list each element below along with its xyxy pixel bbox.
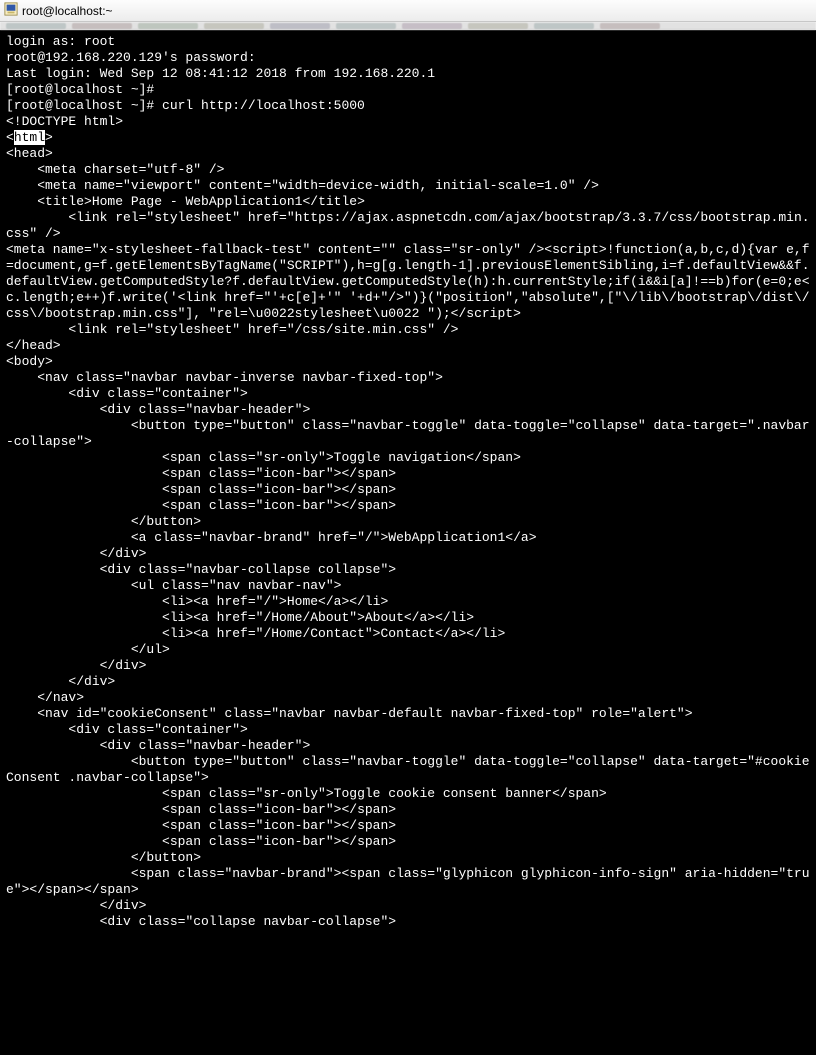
terminal-line: </head> — [6, 338, 810, 354]
terminal-line: <span class="icon-bar"></span> — [6, 466, 810, 482]
terminal-line: <div class="collapse navbar-collapse"> — [6, 914, 810, 930]
terminal-line: </ul> — [6, 642, 810, 658]
terminal-line: <li><a href="/">Home</a></li> — [6, 594, 810, 610]
terminal-line: </button> — [6, 850, 810, 866]
putty-icon — [4, 2, 18, 19]
terminal-line: <span class="navbar-brand"><span class="… — [6, 866, 810, 898]
terminal-line: <span class="icon-bar"></span> — [6, 834, 810, 850]
terminal-line: </button> — [6, 514, 810, 530]
terminal-line: </div> — [6, 898, 810, 914]
terminal-line: </nav> — [6, 690, 810, 706]
terminal-line: <span class="icon-bar"></span> — [6, 482, 810, 498]
terminal-line: </div> — [6, 674, 810, 690]
terminal-line: <!DOCTYPE html> — [6, 114, 810, 130]
terminal-line: <ul class="nav navbar-nav"> — [6, 578, 810, 594]
terminal-line: <title>Home Page - WebApplication1</titl… — [6, 194, 810, 210]
terminal-line: <link rel="stylesheet" href="/css/site.m… — [6, 322, 810, 338]
terminal-line: <div class="navbar-header"> — [6, 738, 810, 754]
terminal-line: <span class="icon-bar"></span> — [6, 498, 810, 514]
terminal-line: <nav class="navbar navbar-inverse navbar… — [6, 370, 810, 386]
terminal-line: [root@localhost ~]# — [6, 82, 810, 98]
terminal-line: <head> — [6, 146, 810, 162]
terminal-line: Last login: Wed Sep 12 08:41:12 2018 fro… — [6, 66, 810, 82]
terminal-line: <span class="icon-bar"></span> — [6, 818, 810, 834]
terminal-line: <link rel="stylesheet" href="https://aja… — [6, 210, 810, 242]
terminal-line: <meta name="x-stylesheet-fallback-test" … — [6, 242, 810, 322]
terminal-line: <span class="icon-bar"></span> — [6, 802, 810, 818]
terminal-line: </div> — [6, 658, 810, 674]
terminal-line: <body> — [6, 354, 810, 370]
terminal-line: <meta name="viewport" content="width=dev… — [6, 178, 810, 194]
terminal-line: <button type="button" class="navbar-togg… — [6, 754, 810, 786]
terminal-line: </div> — [6, 546, 810, 562]
terminal-highlight: html — [14, 130, 45, 145]
terminal-line: [root@localhost ~]# curl http://localhos… — [6, 98, 810, 114]
terminal-line: <div class="navbar-header"> — [6, 402, 810, 418]
terminal-line: <a class="navbar-brand" href="/">WebAppl… — [6, 530, 810, 546]
terminal-output[interactable]: login as: rootroot@192.168.220.129's pas… — [0, 30, 816, 1055]
terminal-line: <button type="button" class="navbar-togg… — [6, 418, 810, 450]
terminal-line: <html> — [6, 130, 810, 146]
terminal-line: <nav id="cookieConsent" class="navbar na… — [6, 706, 810, 722]
terminal-line: <span class="sr-only">Toggle navigation<… — [6, 450, 810, 466]
terminal-line: <div class="navbar-collapse collapse"> — [6, 562, 810, 578]
browser-tabstrip-blurred — [0, 22, 816, 30]
window-title: root@localhost:~ — [22, 4, 113, 18]
window-titlebar: root@localhost:~ — [0, 0, 816, 22]
terminal-line: root@192.168.220.129's password: — [6, 50, 810, 66]
terminal-line: <li><a href="/Home/Contact">Contact</a><… — [6, 626, 810, 642]
terminal-line: <meta charset="utf-8" /> — [6, 162, 810, 178]
terminal-line: <span class="sr-only">Toggle cookie cons… — [6, 786, 810, 802]
terminal-line: login as: root — [6, 34, 810, 50]
terminal-line: <div class="container"> — [6, 386, 810, 402]
terminal-line: <li><a href="/Home/About">About</a></li> — [6, 610, 810, 626]
terminal-line: <div class="container"> — [6, 722, 810, 738]
